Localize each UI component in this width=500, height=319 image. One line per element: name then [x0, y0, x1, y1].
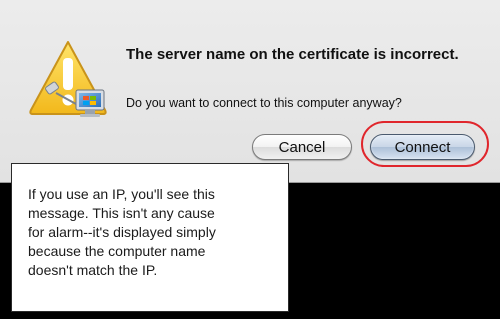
connect-highlight-circle — [361, 121, 489, 167]
callout-text: If you use an IP, you'll see this messag… — [28, 186, 216, 278]
cancel-button[interactable]: Cancel — [252, 134, 352, 160]
dialog-title: The server name on the certificate is in… — [126, 46, 459, 63]
annotation-callout: If you use an IP, you'll see this messag… — [11, 163, 289, 312]
warning-icon — [29, 41, 107, 117]
dialog-message: Do you want to connect to this computer … — [126, 96, 402, 110]
